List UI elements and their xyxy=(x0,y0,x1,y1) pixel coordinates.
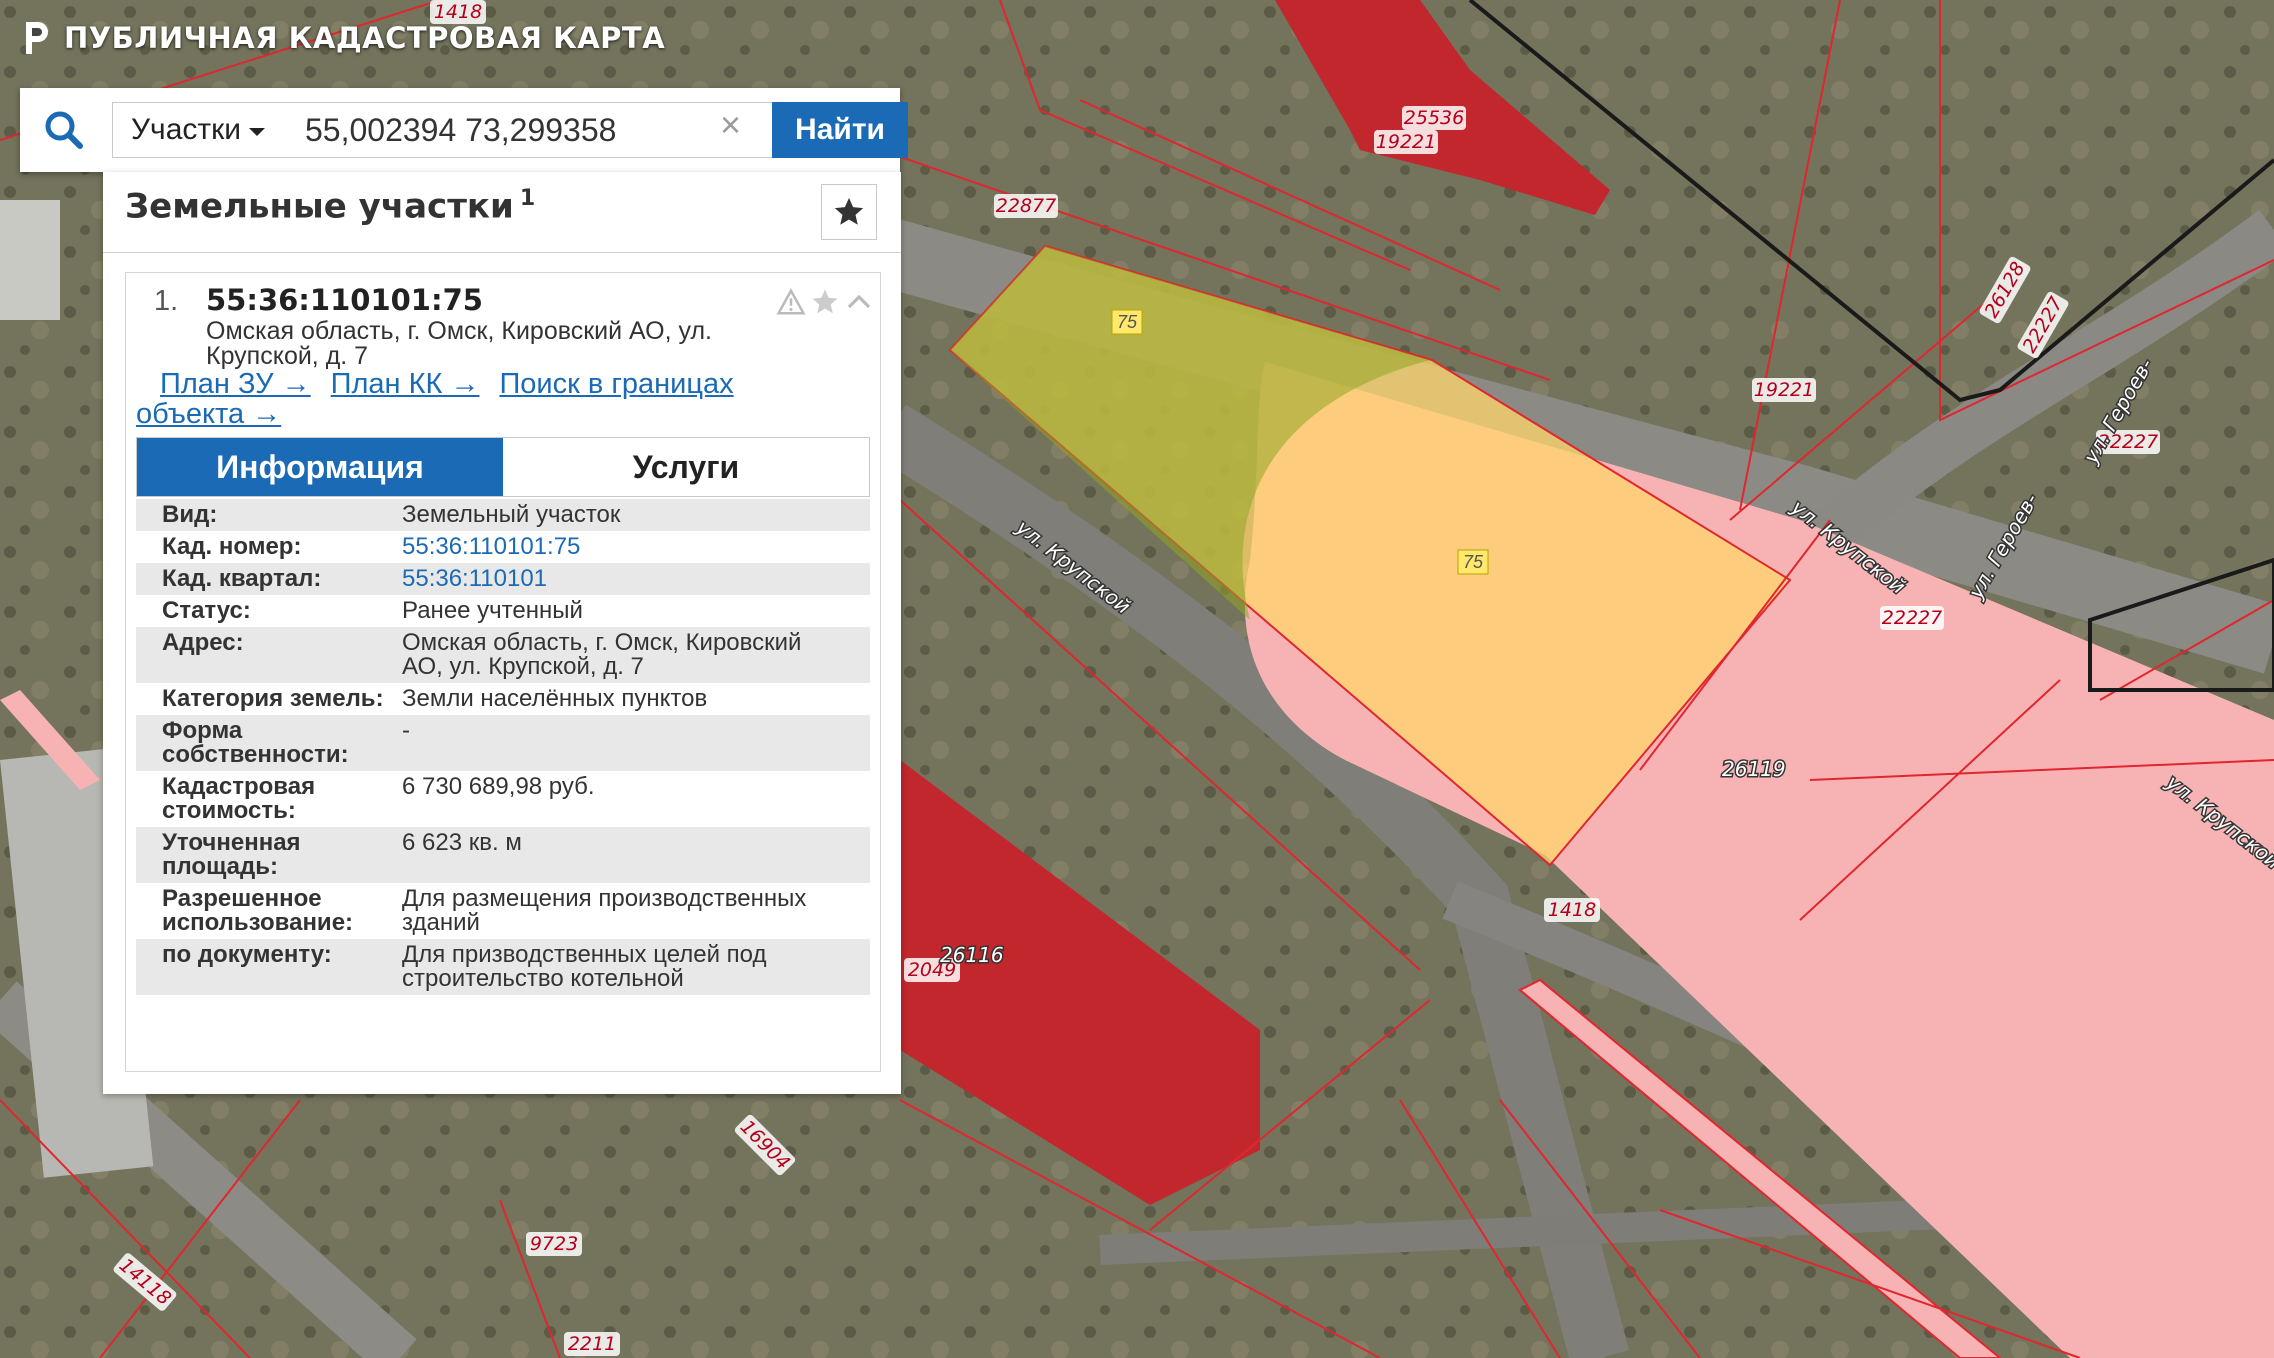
info-key: Уточненная площадь: xyxy=(162,829,301,880)
info-row: Уточненная площадь: 6 623 кв. м xyxy=(136,827,870,883)
favorites-button[interactable] xyxy=(821,184,877,240)
result-index: 1. xyxy=(154,285,179,317)
plot-label: 19221 xyxy=(1754,379,1814,401)
info-key: Кад. номер: xyxy=(162,533,302,560)
info-key: Статус: xyxy=(162,597,251,624)
plan-zu-link[interactable]: План ЗУ → xyxy=(160,368,311,400)
panel-title-text: Земельные участки xyxy=(125,186,514,227)
result-card: 1. 55:36:110101:75 Омская область, г. Ом… xyxy=(125,272,881,1072)
info-row: Вид: Земельный участок xyxy=(136,499,870,531)
info-row: по документу: Для призводственных целей п… xyxy=(136,939,870,995)
cadastral-number[interactable]: 55:36:110101:75 xyxy=(206,283,483,317)
warning-icon[interactable] xyxy=(776,287,806,317)
info-key: Категория земель: xyxy=(162,685,384,712)
info-key: Адрес: xyxy=(162,629,244,656)
info-key: Разрешенное использование: xyxy=(162,885,354,936)
plan-kk-link[interactable]: План КК → xyxy=(331,368,480,400)
result-count: 1 xyxy=(519,186,536,211)
address-line: Омская область, г. Омск, Кировский АО, у… xyxy=(206,317,712,345)
panel-title: Земельные участки 1 xyxy=(125,186,535,226)
info-key: Вид: xyxy=(162,501,218,528)
tab-services[interactable]: Услуги xyxy=(503,438,869,496)
info-row: Категория земель: Земли населённых пункто… xyxy=(136,683,870,715)
star-icon xyxy=(834,197,864,225)
info-row: Адрес: Омская область, г. Омск, Кировский… xyxy=(136,627,870,683)
address-line: Крупской, д. 7 xyxy=(206,342,369,370)
info-value: Ранее учтенный xyxy=(402,597,583,624)
plot-label: 2211 xyxy=(568,1333,616,1355)
info-row: Кадастровая стоимость: 6 730 689,98 руб. xyxy=(136,771,870,827)
search-bar: Участки × Найти xyxy=(20,88,908,172)
plot-label: 1418 xyxy=(1548,899,1596,921)
app-header: ПУБЛИЧНАЯ КАДАСТРОВАЯ КАРТА xyxy=(22,18,665,58)
plot-label: 26119 xyxy=(1722,757,1786,781)
info-value: 6 623 кв. м xyxy=(402,829,522,856)
info-value: 6 730 689,98 руб. xyxy=(402,773,595,800)
info-value: Земли населённых пунктов xyxy=(402,685,708,712)
plot-label: 75 xyxy=(1117,312,1138,332)
clear-search-icon[interactable]: × xyxy=(720,104,741,146)
plot-label: 22877 xyxy=(996,195,1056,217)
info-value-link[interactable]: 55:36:110101 xyxy=(402,567,842,591)
card-actions xyxy=(776,287,874,317)
info-table: Вид: Земельный участок Кад. номер: 55:36:1… xyxy=(136,499,870,995)
star-icon[interactable] xyxy=(810,287,840,317)
chevron-down-icon xyxy=(249,128,265,136)
info-row: Кад. квартал: 55:36:110101 xyxy=(136,563,870,595)
app-title: ПУБЛИЧНАЯ КАДАСТРОВАЯ КАРТА xyxy=(64,21,666,55)
search-icon[interactable] xyxy=(40,106,88,154)
info-key: Кад. квартал: xyxy=(162,565,322,592)
info-row: Кад. номер: 55:36:110101:75 xyxy=(136,531,870,563)
info-row: Форма собственности: - xyxy=(136,715,870,771)
plot-label: 75 xyxy=(1463,552,1484,572)
chevron-up-icon[interactable] xyxy=(844,287,874,317)
info-row: Разрешенное использование: Для размещения… xyxy=(136,883,870,939)
result-address: Омская область, г. Омск, Кировский АО, у… xyxy=(206,319,766,369)
result-links: План ЗУ → План КК → Поиск в границах объек… xyxy=(136,369,836,429)
plot-label: 19221 xyxy=(1376,131,1436,153)
results-panel: Земельные участки 1 1. 55:36:110101:75 Ом… xyxy=(103,172,901,1094)
info-value: - xyxy=(402,717,410,744)
info-value: Земельный участок xyxy=(402,501,621,528)
plot-label: 22227 xyxy=(1882,607,1942,629)
info-value: Омская область, г. Омск, Кировский АО, у… xyxy=(402,629,802,680)
building xyxy=(0,200,60,320)
info-key: Форма собственности: xyxy=(162,717,349,768)
rosreestr-logo-icon xyxy=(26,22,48,54)
info-key: по документу: xyxy=(162,941,332,968)
info-value-link[interactable]: 55:36:110101:75 xyxy=(402,535,842,559)
info-value: Для размещения производственных зданий xyxy=(402,885,807,936)
search-input[interactable] xyxy=(281,102,773,158)
plot-label: 9723 xyxy=(530,1233,578,1255)
info-key: Кадастровая стоимость: xyxy=(162,773,316,824)
find-button[interactable]: Найти xyxy=(772,102,908,158)
plot-label: 26116 xyxy=(940,943,1004,967)
info-value: Для призводственных целей под строительс… xyxy=(402,941,767,992)
search-type-select[interactable]: Участки xyxy=(112,102,282,158)
info-tabs: Информация Услуги xyxy=(136,437,870,497)
info-row: Статус: Ранее учтенный xyxy=(136,595,870,627)
plot-label: 25536 xyxy=(1404,107,1464,129)
panel-header: Земельные участки 1 xyxy=(103,172,901,253)
search-type-label: Участки xyxy=(131,113,241,146)
tab-information[interactable]: Информация xyxy=(137,438,503,496)
